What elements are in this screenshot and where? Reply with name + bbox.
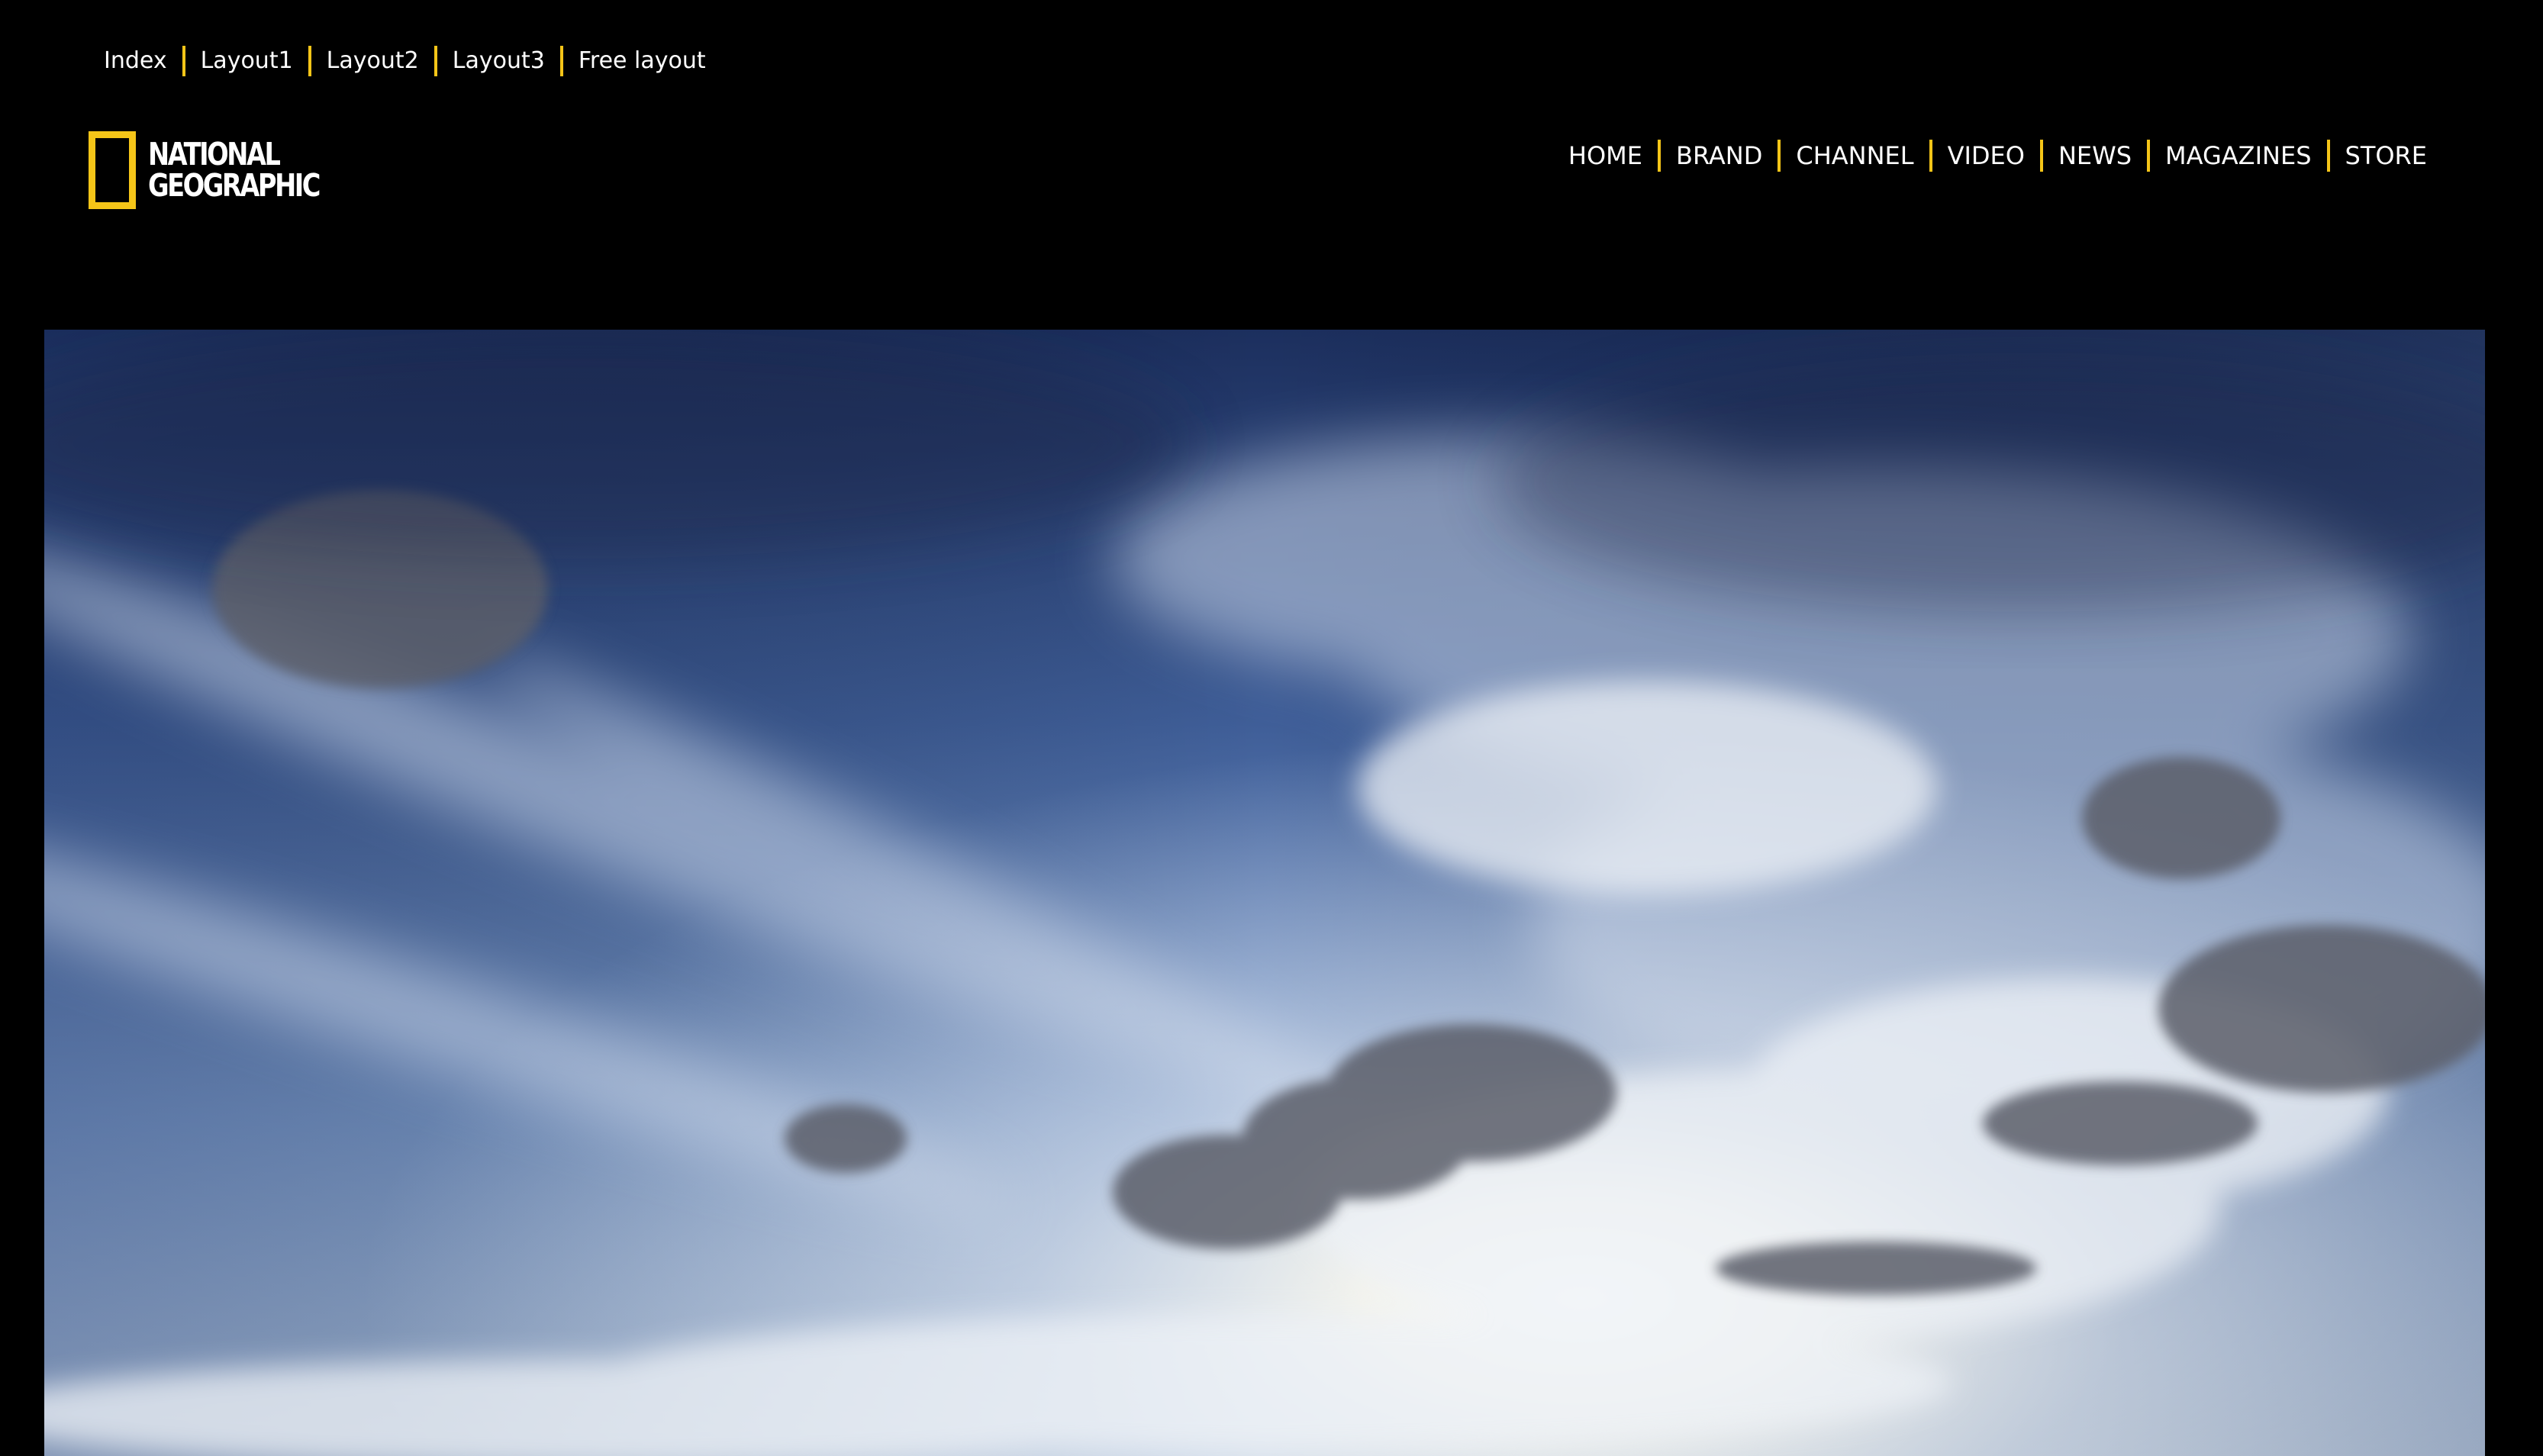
top-link-free-layout[interactable]: Free layout	[579, 43, 706, 79]
top-links-bar: Index Layout1 Layout2 Layout3 Free layou…	[104, 43, 706, 79]
nav-store[interactable]: STORE	[2345, 137, 2428, 174]
separator	[559, 46, 563, 76]
top-link-layout3[interactable]: Layout3	[453, 43, 545, 79]
separator	[2147, 140, 2151, 172]
sky-clouds-illustration	[44, 330, 2485, 1456]
nav-home[interactable]: HOME	[1568, 137, 1642, 174]
nav-video[interactable]: VIDEO	[1948, 137, 2025, 174]
separator	[2326, 140, 2330, 172]
logo-wordmark: NATIONAL GEOGRAPHIC	[148, 136, 321, 204]
separator	[1657, 140, 1661, 172]
top-link-layout1[interactable]: Layout1	[201, 43, 293, 79]
separator	[182, 46, 185, 76]
logo-line-2: GEOGRAPHIC	[148, 167, 321, 204]
top-link-index[interactable]: Index	[104, 43, 167, 79]
nav-news[interactable]: NEWS	[2058, 137, 2132, 174]
yellow-frame-icon	[89, 131, 136, 209]
nav-brand[interactable]: BRAND	[1676, 137, 1762, 174]
hero-sky-image	[44, 330, 2485, 1456]
separator	[1929, 140, 1932, 172]
nav-magazines[interactable]: MAGAZINES	[2165, 137, 2311, 174]
separator	[434, 46, 437, 76]
top-link-layout2[interactable]: Layout2	[327, 43, 419, 79]
main-nav: HOME BRAND CHANNEL VIDEO NEWS MAGAZINES …	[1568, 137, 2427, 174]
nav-channel[interactable]: CHANNEL	[1796, 137, 1913, 174]
separator	[2039, 140, 2043, 172]
national-geographic-logo[interactable]: NATIONAL GEOGRAPHIC	[89, 131, 356, 209]
separator	[1778, 140, 1781, 172]
logo-line-1: NATIONAL	[148, 136, 281, 172]
separator	[308, 46, 311, 76]
